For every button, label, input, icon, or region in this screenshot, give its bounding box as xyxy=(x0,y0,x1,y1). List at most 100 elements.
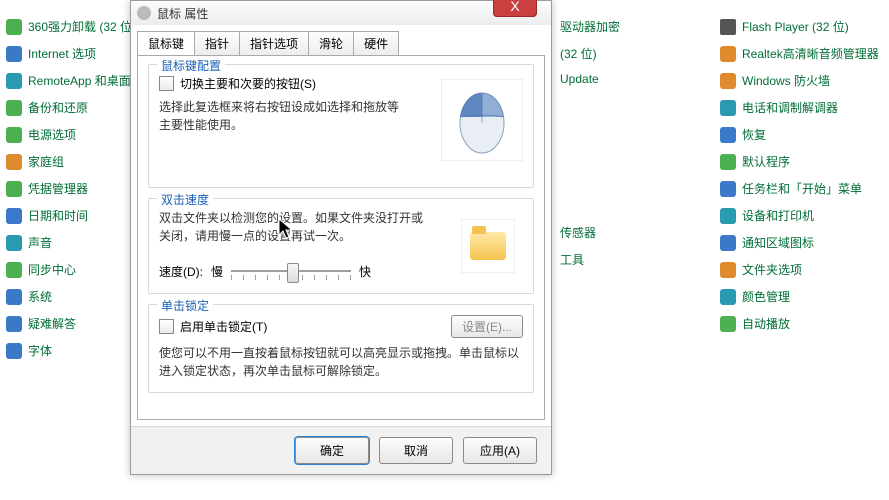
tab-panel-buttons: 鼠标键配置 切换主要和次要的按钮(S) 选择此复选框来将右按钮设成如选择和拖放等… xyxy=(137,55,545,420)
cp-column-mid: 驱动器加密 (32 位) Update 传感器 工具 xyxy=(560,18,620,268)
double-click-test-folder[interactable] xyxy=(461,219,515,273)
cp-item[interactable]: 凭据管理器 xyxy=(6,180,132,197)
click-lock-settings-button[interactable]: 设置(E)... xyxy=(451,315,523,338)
tab-hardware[interactable]: 硬件 xyxy=(353,31,399,55)
cp-item[interactable]: Realtek高清晰音频管理器 xyxy=(720,45,879,62)
cp-item[interactable]: 任务栏和「开始」菜单 xyxy=(720,180,879,197)
cp-item-label: Internet 选项 xyxy=(28,45,96,62)
cp-item[interactable]: 恢复 xyxy=(720,126,879,143)
cp-item[interactable]: Flash Player (32 位) xyxy=(720,18,879,35)
dialog-titlebar[interactable]: 鼠标 属性 X xyxy=(131,1,551,25)
power-icon xyxy=(6,127,22,143)
cp-item[interactable]: 备份和还原 xyxy=(6,99,132,116)
speed-label: 速度(D): xyxy=(159,263,203,280)
cp-item[interactable]: 声音 xyxy=(6,234,132,251)
cp-item-label: 设备和打印机 xyxy=(742,207,814,224)
troubleshoot-icon xyxy=(6,316,22,332)
cp-item[interactable]: 文件夹选项 xyxy=(720,261,879,278)
button-label: 应用(A) xyxy=(480,444,520,458)
cp-item-label: 备份和还原 xyxy=(28,99,88,116)
cp-item-label: Realtek高清晰音频管理器 xyxy=(742,45,879,62)
cp-item-label: 系统 xyxy=(28,288,52,305)
cp-item[interactable]: 设备和打印机 xyxy=(720,207,879,224)
tab-label: 指针选项 xyxy=(250,37,298,51)
dialog-title: 鼠标 属性 xyxy=(157,5,208,22)
folder-options-icon xyxy=(720,262,736,278)
cp-item-label: 360强力卸载 (32 位 xyxy=(28,18,132,35)
cp-item[interactable]: 传感器 xyxy=(560,224,620,241)
group-legend: 双击速度 xyxy=(157,191,213,208)
cp-item[interactable]: 默认程序 xyxy=(720,153,879,170)
recovery-icon xyxy=(720,127,736,143)
default-programs-icon xyxy=(720,154,736,170)
cp-item[interactable]: 同步中心 xyxy=(6,261,132,278)
close-button[interactable]: X xyxy=(493,0,537,17)
cp-item[interactable]: 疑难解答 xyxy=(6,315,132,332)
cp-item-label: Update xyxy=(560,72,599,86)
folder-icon xyxy=(470,232,506,260)
dialog-tabs: 鼠标键 指针 指针选项 滑轮 硬件 xyxy=(137,31,545,55)
realtek-icon xyxy=(720,46,736,62)
cp-item[interactable]: 电话和调制解调器 xyxy=(720,99,879,116)
cp-item[interactable]: 家庭组 xyxy=(6,153,132,170)
tab-buttons[interactable]: 鼠标键 xyxy=(137,31,195,55)
ok-button[interactable]: 确定 xyxy=(295,437,369,464)
tab-label: 鼠标键 xyxy=(148,37,184,51)
cp-item[interactable]: 电源选项 xyxy=(6,126,132,143)
cp-column-right: Flash Player (32 位) Realtek高清晰音频管理器 Wind… xyxy=(720,18,879,332)
cp-item-label: 疑难解答 xyxy=(28,315,76,332)
cp-item[interactable]: 驱动器加密 xyxy=(560,18,620,35)
cp-item[interactable]: 通知区域图标 xyxy=(720,234,879,251)
cp-item-label: 凭据管理器 xyxy=(28,180,88,197)
group-button-config: 鼠标键配置 切换主要和次要的按钮(S) 选择此复选框来将右按钮设成如选择和拖放等… xyxy=(148,64,534,188)
cp-item-label: 电源选项 xyxy=(28,126,76,143)
cp-item[interactable]: Windows 防火墙 xyxy=(720,72,879,89)
tab-wheel[interactable]: 滑轮 xyxy=(308,31,354,55)
taskbar-icon xyxy=(720,181,736,197)
cp-item-label: 任务栏和「开始」菜单 xyxy=(742,180,862,197)
tab-pointer-options[interactable]: 指针选项 xyxy=(239,31,309,55)
tab-label: 硬件 xyxy=(364,37,388,51)
cp-item-label: RemoteApp 和桌面 xyxy=(28,72,131,89)
color-management-icon xyxy=(720,289,736,305)
cp-item-label: 声音 xyxy=(28,234,52,251)
cp-item[interactable]: 字体 xyxy=(6,342,132,359)
cp-item[interactable]: Internet 选项 xyxy=(6,45,132,62)
cp-item[interactable]: (32 位) xyxy=(560,45,620,62)
cp-item-label: 日期和时间 xyxy=(28,207,88,224)
apply-button[interactable]: 应用(A) xyxy=(463,437,537,464)
swap-buttons-checkbox[interactable] xyxy=(159,76,174,91)
cp-item-label: Flash Player (32 位) xyxy=(742,18,849,35)
speed-fast-label: 快 xyxy=(359,263,371,280)
mouse-properties-dialog: 鼠标 属性 X 鼠标键 指针 指针选项 滑轮 硬件 鼠标键配置 切换主要和次要的… xyxy=(130,0,552,475)
slider-thumb[interactable] xyxy=(287,263,299,283)
cp-item[interactable]: 自动播放 xyxy=(720,315,879,332)
firewall-icon xyxy=(720,73,736,89)
double-click-speed-slider[interactable] xyxy=(231,261,351,281)
cp-item[interactable]: Update xyxy=(560,72,620,86)
cp-item[interactable]: RemoteApp 和桌面 xyxy=(6,72,132,89)
flash-icon xyxy=(720,19,736,35)
cp-item[interactable]: 工具 xyxy=(560,251,620,268)
tab-label: 滑轮 xyxy=(319,37,343,51)
datetime-icon xyxy=(6,208,22,224)
mouse-illustration-icon xyxy=(452,85,512,155)
cp-column-left: 360强力卸载 (32 位 Internet 选项 RemoteApp 和桌面 … xyxy=(6,18,132,359)
speed-slow-label: 慢 xyxy=(211,263,223,280)
group-double-click: 双击速度 双击文件夹以检测您的设置。如果文件夹没打开或关闭，请用慢一点的设置再试… xyxy=(148,198,534,294)
cp-item-label: 恢复 xyxy=(742,126,766,143)
cancel-button[interactable]: 取消 xyxy=(379,437,453,464)
notification-area-icon xyxy=(720,235,736,251)
cp-item[interactable]: 日期和时间 xyxy=(6,207,132,224)
click-lock-checkbox[interactable] xyxy=(159,319,174,334)
cp-item[interactable]: 360强力卸载 (32 位 xyxy=(6,18,132,35)
cp-item[interactable]: 系统 xyxy=(6,288,132,305)
cp-item-label: (32 位) xyxy=(560,45,597,62)
cp-item[interactable]: 颜色管理 xyxy=(720,288,879,305)
cp-item-label: 家庭组 xyxy=(28,153,64,170)
cp-item-label: 颜色管理 xyxy=(742,288,790,305)
tab-pointers[interactable]: 指针 xyxy=(194,31,240,55)
click-lock-label: 启用单击锁定(T) xyxy=(180,318,267,335)
cp-item-label: 文件夹选项 xyxy=(742,261,802,278)
group-legend: 鼠标键配置 xyxy=(157,57,225,74)
